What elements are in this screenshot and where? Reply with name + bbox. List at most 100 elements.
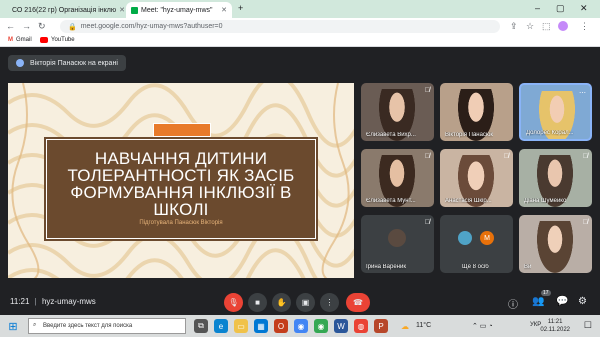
end-call-button[interactable]: ☎ bbox=[346, 293, 370, 312]
browser-tab-strip: СО 216(22 гр) Організація інклю ✕ Meet: … bbox=[0, 0, 600, 18]
participant-tile[interactable]: 🎙̸ Єлизавета Вихр... bbox=[361, 83, 434, 141]
bookmark-label: YouTube bbox=[51, 37, 75, 43]
others-count-label: Ще 8 осіб bbox=[462, 264, 489, 270]
participant-tile[interactable]: ⋯ Долорес Корал... bbox=[519, 83, 592, 141]
slide-title-line: НАВЧАННЯ ДИТИНИ bbox=[94, 149, 268, 168]
slide-accent-bar bbox=[153, 123, 211, 137]
tray-icons[interactable]: ⌃ ▭ ◔ bbox=[472, 322, 493, 330]
taskbar-search-placeholder: Введите здесь текст для поиска bbox=[43, 323, 133, 329]
maximize-icon[interactable]: ▢ bbox=[556, 3, 565, 14]
participant-tile[interactable]: 🎙̸ Єлизавета Мунт... bbox=[361, 149, 434, 207]
more-options-button[interactable]: ⋮ bbox=[320, 293, 339, 312]
profile-avatar[interactable] bbox=[558, 21, 568, 31]
taskbar-clock[interactable]: 11:21 02.11.2022 bbox=[540, 318, 570, 334]
clock-time: 11:21 bbox=[547, 319, 563, 325]
participant-name: Єлизавета Вихр... bbox=[366, 132, 416, 138]
participant-avatar bbox=[458, 231, 472, 245]
mic-off-icon: 🎙̸ bbox=[582, 219, 588, 226]
search-icon: ⌕ bbox=[33, 322, 37, 328]
edge-icon[interactable]: e bbox=[214, 319, 228, 333]
windows-taskbar: ⊞ ⌕ Введите здесь текст для поиска ⧉ e ▭… bbox=[0, 315, 600, 337]
slide-subtitle: Підготувала Панасюк Вікторія bbox=[139, 220, 223, 226]
meet-stage: Вікторія Панасюк на екрані НАВЧАННЯ ДИТИ… bbox=[0, 47, 600, 315]
mic-off-icon: 🎙̸ bbox=[424, 87, 430, 94]
people-count-badge: 17 bbox=[541, 290, 551, 296]
participant-name: Ірина Вареник bbox=[366, 264, 406, 270]
tab-course[interactable]: СО 216(22 гр) Організація інклю ✕ bbox=[4, 2, 124, 18]
slide-title-line: ТОЛЕРАНТНОСТІ ЯК ЗАСІБ bbox=[67, 166, 295, 185]
bookmark-youtube[interactable]: YouTube bbox=[40, 37, 75, 43]
participant-tile[interactable]: 🎙̸ Анастасія Шкір... bbox=[440, 149, 513, 207]
raise-hand-button[interactable]: ✋ bbox=[272, 293, 291, 312]
menu-icon[interactable]: ⋮ bbox=[580, 21, 589, 32]
info-icon[interactable]: ⓘ bbox=[508, 296, 518, 311]
chat-icon[interactable]: 💬 bbox=[556, 296, 568, 307]
windows-start-icon[interactable]: ⊞ bbox=[6, 319, 20, 333]
camera-button[interactable]: ■ bbox=[248, 293, 267, 312]
reload-icon[interactable]: ↻ bbox=[38, 21, 46, 32]
participant-name: Єлизавета Мунт... bbox=[366, 198, 416, 204]
participant-tile[interactable]: 🎙̸ Діана Шумейко bbox=[519, 149, 592, 207]
app-icon[interactable]: ◍ bbox=[354, 319, 368, 333]
taskbar-search-input[interactable]: ⌕ Введите здесь текст для поиска bbox=[28, 318, 186, 334]
participant-name: Анастасія Шкір... bbox=[445, 198, 492, 204]
powerpoint-icon[interactable]: P bbox=[374, 319, 388, 333]
participant-tile[interactable]: 🎙̸ Ірина Вареник bbox=[361, 215, 434, 273]
participant-video bbox=[537, 221, 573, 273]
participant-name: Долорес Корал... bbox=[526, 130, 574, 136]
weather-temp: 11°C bbox=[416, 322, 432, 329]
notifications-icon[interactable]: ☐ bbox=[584, 320, 592, 331]
mic-off-icon: 🎙̸ bbox=[424, 219, 430, 226]
minimize-icon[interactable]: – bbox=[535, 3, 540, 13]
forward-icon[interactable]: → bbox=[22, 21, 31, 31]
others-tile[interactable]: М Ще 8 осіб bbox=[440, 215, 513, 273]
meet-control-bar: 11:21 | hyz-umay-mws 🎙 ■ ✋ ▣ ⋮ ☎ ⓘ 👥 17 … bbox=[0, 290, 600, 315]
share-icon[interactable]: ⇪ bbox=[510, 21, 518, 32]
gmail-icon: M bbox=[8, 37, 13, 43]
close-icon[interactable]: ✕ bbox=[119, 6, 124, 14]
extensions-icon[interactable]: ⬚ bbox=[542, 21, 551, 32]
slide-title: НАВЧАННЯ ДИТИНИ ТОЛЕРАНТНОСТІ ЯК ЗАСІБ Ф… bbox=[47, 150, 315, 218]
word-icon[interactable]: W bbox=[334, 319, 348, 333]
slide-title-line: ФОРМУВАННЯ ІНКЛЮЗІЇ В bbox=[70, 183, 292, 202]
mic-off-button[interactable]: 🎙 bbox=[224, 293, 243, 312]
close-window-icon[interactable]: ✕ bbox=[580, 3, 588, 14]
mic-off-icon: 🎙̸ bbox=[424, 153, 430, 160]
participant-avatar bbox=[388, 229, 406, 247]
meet-favicon-icon bbox=[131, 6, 138, 14]
bookmark-label: Gmail bbox=[16, 37, 32, 43]
participant-avatar: М bbox=[480, 231, 494, 245]
url-field[interactable]: 🔒 meet.google.com/hyz-umay-mws?authuser=… bbox=[60, 20, 500, 33]
bookmark-gmail[interactable]: M Gmail bbox=[8, 37, 32, 43]
bookmark-star-icon[interactable]: ☆ bbox=[526, 21, 534, 32]
participant-name: Ви bbox=[524, 264, 532, 270]
speaking-icon: ⋯ bbox=[579, 90, 586, 97]
address-bar-row: ← → ↻ 🔒 meet.google.com/hyz-umay-mws?aut… bbox=[0, 18, 600, 35]
activities-icon[interactable]: ⚙ bbox=[578, 296, 587, 307]
chrome-icon[interactable]: ◉ bbox=[294, 319, 308, 333]
office-icon[interactable]: O bbox=[274, 319, 288, 333]
close-icon[interactable]: ✕ bbox=[221, 6, 227, 14]
new-tab-button[interactable]: + bbox=[238, 3, 243, 13]
chrome-profile-icon[interactable]: ◉ bbox=[314, 319, 328, 333]
mic-off-icon: 🎙̸ bbox=[503, 153, 509, 160]
youtube-icon bbox=[40, 37, 48, 43]
tab-meet[interactable]: Meet: "hyz-umay-mws" ✕ bbox=[126, 2, 232, 18]
slide-title-panel: НАВЧАННЯ ДИТИНИ ТОЛЕРАНТНОСТІ ЯК ЗАСІБ Ф… bbox=[44, 137, 318, 241]
file-explorer-icon[interactable]: ▭ bbox=[234, 319, 248, 333]
back-icon[interactable]: ← bbox=[6, 21, 15, 31]
people-icon[interactable]: 👥 bbox=[532, 296, 544, 307]
clock-date: 02.11.2022 bbox=[540, 327, 570, 333]
meeting-time: 11:21 bbox=[10, 297, 30, 306]
presenter-avatar bbox=[16, 59, 24, 67]
presenting-label: Вікторія Панасюк на екрані bbox=[30, 59, 118, 67]
participant-name: Вікторія Панасюк bbox=[445, 132, 494, 138]
present-button[interactable]: ▣ bbox=[296, 293, 315, 312]
participant-tile[interactable]: Вікторія Панасюк bbox=[440, 83, 513, 141]
task-view-icon[interactable]: ⧉ bbox=[194, 319, 208, 333]
tab-title: СО 216(22 гр) Організація інклю bbox=[12, 6, 117, 14]
store-icon[interactable]: ▦ bbox=[254, 319, 268, 333]
self-tile[interactable]: 🎙̸ Ви bbox=[519, 215, 592, 273]
meeting-clock: 11:21 | hyz-umay-mws bbox=[10, 297, 96, 306]
bookmarks-bar: M Gmail YouTube bbox=[0, 35, 600, 47]
